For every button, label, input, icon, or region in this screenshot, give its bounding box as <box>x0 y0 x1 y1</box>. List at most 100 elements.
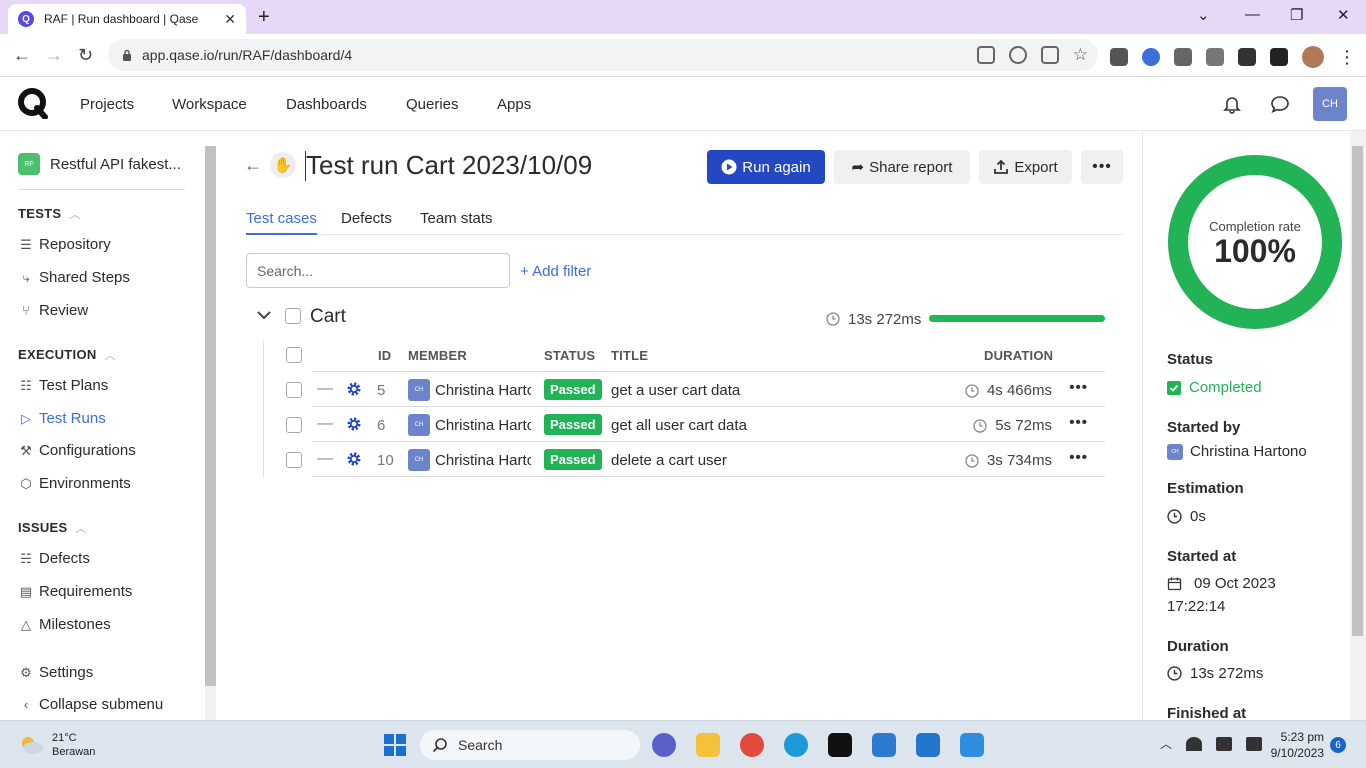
back-arrow-icon[interactable]: ← <box>13 45 31 66</box>
section-tests-header[interactable]: TESTS ︿ <box>18 206 81 222</box>
tab-test-cases[interactable]: Test cases <box>246 210 317 235</box>
photos-icon[interactable] <box>960 733 984 757</box>
suite-checkbox[interactable] <box>285 308 301 324</box>
sidebar-item-repository[interactable]: ☰ Repository <box>18 236 111 253</box>
case-title[interactable]: get a user cart data <box>611 382 740 399</box>
add-filter-link[interactable]: + Add filter <box>520 263 591 280</box>
restore-icon[interactable]: ❐ <box>1290 6 1303 24</box>
book-extension-icon[interactable] <box>1206 48 1224 66</box>
nav-projects[interactable]: Projects <box>80 96 134 113</box>
page-title[interactable]: Test run Cart 2023/10/09 <box>306 150 592 181</box>
nav-workspace[interactable]: Workspace <box>172 96 247 113</box>
row-more-icon[interactable]: ••• <box>1069 449 1088 466</box>
sidebar-item-settings[interactable]: ⚙ Settings <box>18 664 93 681</box>
case-title[interactable]: delete a cart user <box>611 452 727 469</box>
export-button[interactable]: Export <box>979 150 1072 184</box>
translate-icon[interactable] <box>976 46 995 64</box>
wifi-icon[interactable] <box>1186 736 1203 751</box>
sidebar-item-shared-steps[interactable]: ⤷ Shared Steps <box>18 269 130 286</box>
project-selector[interactable]: RF Restful API fakest... <box>18 153 181 175</box>
table-row[interactable]: — 5 CH Christina Hartono Passed get a us… <box>286 372 1105 407</box>
chevron-down-icon[interactable]: ⌄ <box>1197 6 1210 24</box>
table-row[interactable]: — 6 CH Christina Hartono Passed get all … <box>286 407 1105 442</box>
share-page-icon[interactable] <box>1040 46 1059 64</box>
taskbar-search[interactable]: Search <box>420 730 640 760</box>
column-status[interactable]: STATUS <box>544 348 595 363</box>
sidebar-item-test-runs[interactable]: ▷ Test Runs <box>18 410 106 427</box>
reload-icon[interactable]: ↻ <box>78 45 93 66</box>
sidebar-item-environments[interactable]: ⬡ Environments <box>18 475 130 492</box>
page-scrollbar-thumb[interactable] <box>1352 146 1363 636</box>
section-execution-header[interactable]: EXECUTION ︿ <box>18 347 116 363</box>
bookmark-star-icon[interactable]: ☆ <box>1073 46 1088 64</box>
qase-logo-icon[interactable] <box>17 87 49 119</box>
nav-dashboards[interactable]: Dashboards <box>286 96 367 113</box>
back-arrow-icon[interactable]: ← <box>244 155 262 176</box>
chevron-up-icon[interactable]: ︿ <box>1160 735 1172 752</box>
bell-icon[interactable] <box>1222 94 1242 114</box>
select-all-checkbox[interactable] <box>286 347 302 363</box>
more-options-button[interactable]: ••• <box>1081 150 1123 184</box>
row-more-icon[interactable]: ••• <box>1069 379 1088 396</box>
minimize-icon[interactable]: — <box>1245 6 1260 23</box>
search-input[interactable] <box>246 253 510 288</box>
row-checkbox[interactable] <box>286 382 302 398</box>
column-duration[interactable]: DURATION <box>984 348 1053 363</box>
notification-badge[interactable]: 6 <box>1330 737 1346 753</box>
sidebar-item-test-plans[interactable]: ☷ Test Plans <box>18 377 108 394</box>
chevron-down-icon[interactable] <box>256 309 272 321</box>
edge-icon[interactable] <box>784 733 808 757</box>
meet-app-icon[interactable] <box>652 733 676 757</box>
user-avatar[interactable]: CH <box>1313 87 1347 121</box>
extension-icon[interactable] <box>1142 48 1160 66</box>
sidebar-item-configurations[interactable]: ⚒ Configurations <box>18 442 136 459</box>
chat-icon[interactable] <box>1270 94 1290 114</box>
volume-icon[interactable] <box>1216 736 1233 751</box>
tab-team-stats[interactable]: Team stats <box>420 210 493 235</box>
camera-extension-icon[interactable] <box>1110 48 1128 66</box>
column-id[interactable]: ID <box>378 348 391 363</box>
row-checkbox[interactable] <box>286 452 302 468</box>
clock[interactable]: 5:23 pm 9/10/2023 <box>1266 729 1324 761</box>
notepad-icon[interactable] <box>872 733 896 757</box>
address-bar[interactable]: app.qase.io/run/RAF/dashboard/4 ☆ <box>108 39 1098 71</box>
sidebar-scrollbar-thumb[interactable] <box>205 146 216 686</box>
table-row[interactable]: — 10 CH Christina Hartono Passed delete … <box>286 442 1105 477</box>
vscode-icon[interactable] <box>916 733 940 757</box>
row-checkbox[interactable] <box>286 417 302 433</box>
column-member[interactable]: MEMBER <box>408 348 467 363</box>
file-explorer-icon[interactable] <box>696 733 720 757</box>
sidebar-item-review[interactable]: ⑂ Review <box>18 302 88 319</box>
windows-start-icon[interactable] <box>384 734 406 756</box>
hand-icon[interactable]: ✋ <box>270 152 296 178</box>
new-tab-button[interactable]: + <box>258 6 270 29</box>
tab-defects[interactable]: Defects <box>341 210 392 235</box>
forward-arrow-icon[interactable]: → <box>45 45 63 66</box>
puzzle-icon[interactable] <box>1238 48 1256 66</box>
sidebar-item-defects[interactable]: ☵ Defects <box>18 550 90 567</box>
sidebar-item-requirements[interactable]: ▤ Requirements <box>18 583 133 600</box>
side-panel-icon[interactable] <box>1270 48 1288 66</box>
section-issues-header[interactable]: ISSUES ︿ <box>18 520 87 536</box>
close-window-icon[interactable]: ✕ <box>1337 6 1350 24</box>
suite-title[interactable]: Cart <box>310 306 346 328</box>
case-title[interactable]: get all user cart data <box>611 417 747 434</box>
run-again-button[interactable]: Run again <box>707 150 825 184</box>
close-tab-icon[interactable]: ✕ <box>224 11 236 28</box>
nav-apps[interactable]: Apps <box>497 96 531 113</box>
zoom-icon[interactable] <box>1008 46 1027 64</box>
nav-queries[interactable]: Queries <box>406 96 459 113</box>
chrome-icon[interactable] <box>740 733 764 757</box>
browser-tab[interactable]: Q RAF | Run dashboard | Qase ✕ <box>8 4 246 34</box>
share-report-button[interactable]: ➦ Share report <box>834 150 970 184</box>
app-icon[interactable] <box>828 733 852 757</box>
sidebar-item-milestones[interactable]: △ Milestones <box>18 616 111 633</box>
pen-extension-icon[interactable] <box>1174 48 1192 66</box>
weather-widget[interactable]: 21°C Berawan <box>18 731 95 759</box>
browser-menu-icon[interactable]: ⋮ <box>1338 48 1356 66</box>
profile-avatar[interactable] <box>1302 46 1324 68</box>
collapse-submenu-button[interactable]: ‹ Collapse submenu <box>18 696 163 713</box>
column-title[interactable]: TITLE <box>611 348 648 363</box>
battery-icon[interactable] <box>1246 736 1263 751</box>
row-more-icon[interactable]: ••• <box>1069 414 1088 431</box>
